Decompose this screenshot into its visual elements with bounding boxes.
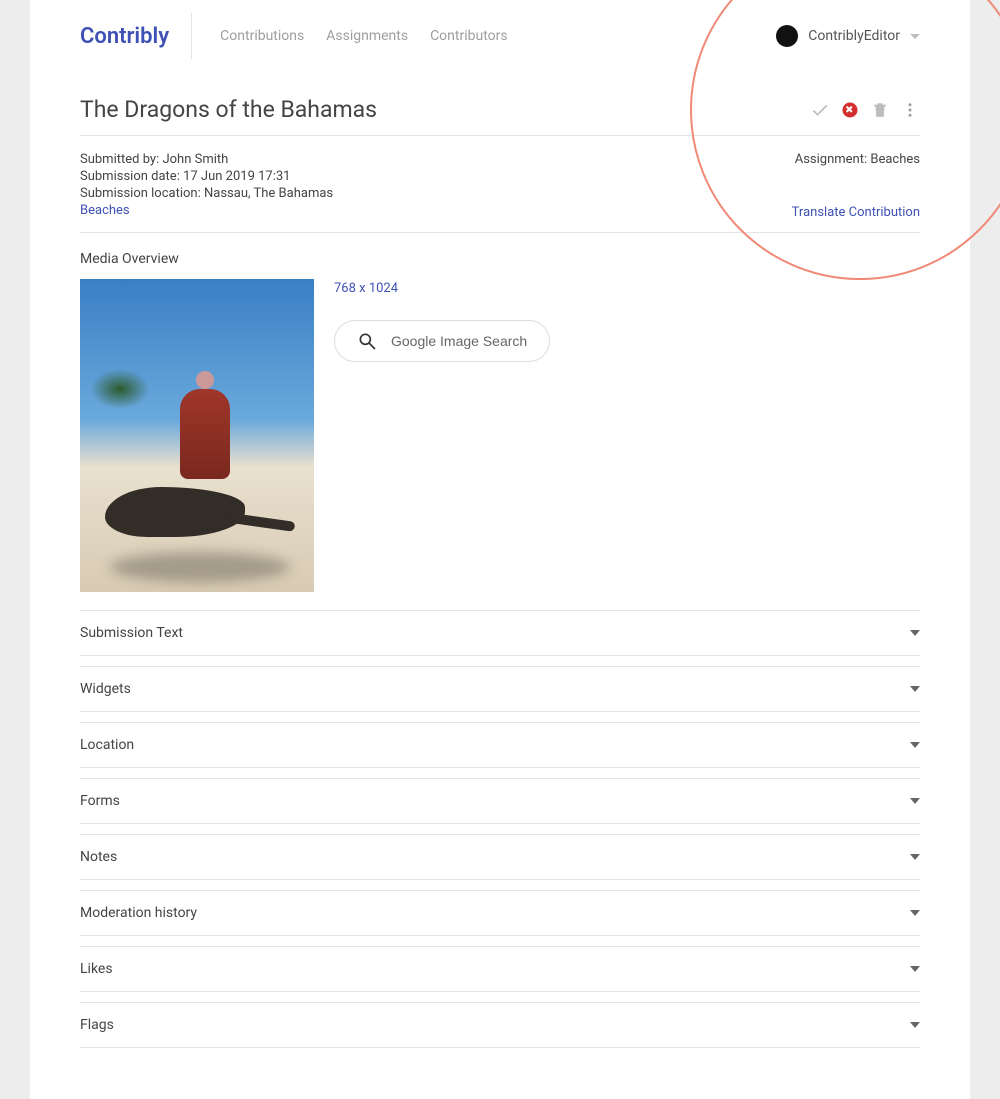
chevron-down-icon: [910, 34, 920, 39]
chevron-down-icon: [910, 910, 920, 916]
user-name: ContriblyEditor: [808, 28, 900, 44]
acc-header-forms[interactable]: Forms: [80, 779, 920, 823]
acc-widgets: Widgets: [80, 666, 920, 712]
media-dimensions: 768 x 1024: [334, 281, 550, 296]
acc-submission-text: Submission Text: [80, 610, 920, 656]
title-actions: [810, 100, 920, 120]
submitted-by: Submitted by: John Smith: [80, 152, 333, 167]
user-menu[interactable]: ContriblyEditor: [776, 25, 920, 47]
top-nav: Contribly Contributions Assignments Cont…: [80, 0, 920, 72]
chevron-down-icon: [910, 854, 920, 860]
acc-label: Notes: [80, 849, 117, 865]
acc-label: Forms: [80, 793, 120, 809]
submission-location: Submission location: Nassau, The Bahamas: [80, 186, 333, 201]
acc-label: Flags: [80, 1017, 114, 1033]
acc-header-notes[interactable]: Notes: [80, 835, 920, 879]
media-side: 768 x 1024 Google Image Search: [334, 279, 550, 362]
submission-date-label: Submission date:: [80, 169, 183, 184]
nav-links: Contributions Assignments Contributors: [220, 28, 507, 44]
acc-moderation-history: Moderation history: [80, 890, 920, 936]
acc-likes: Likes: [80, 946, 920, 992]
page-container: Contribly Contributions Assignments Cont…: [30, 0, 970, 1099]
nav-assignments[interactable]: Assignments: [326, 28, 408, 44]
submission-date: Submission date: 17 Jun 2019 17:31: [80, 169, 333, 184]
trash-icon: [871, 101, 889, 119]
submission-location-value: Nassau, The Bahamas: [204, 186, 333, 201]
chevron-down-icon: [910, 686, 920, 692]
acc-label: Location: [80, 737, 134, 753]
acc-flags: Flags: [80, 1002, 920, 1048]
delete-button[interactable]: [870, 100, 890, 120]
acc-header-location[interactable]: Location: [80, 723, 920, 767]
submission-location-label: Submission location:: [80, 186, 204, 201]
acc-label: Widgets: [80, 681, 131, 697]
reject-circle-icon: [841, 101, 859, 119]
translate-contribution-link[interactable]: Translate Contribution: [792, 205, 920, 220]
google-image-search-label: Google Image Search: [391, 333, 527, 349]
media-overview-heading: Media Overview: [80, 251, 920, 267]
assignment: Assignment: Beaches: [792, 152, 920, 167]
more-menu-button[interactable]: [900, 100, 920, 120]
submitted-by-label: Submitted by:: [80, 152, 162, 167]
chevron-down-icon: [910, 966, 920, 972]
acc-forms: Forms: [80, 778, 920, 824]
search-icon: [357, 331, 377, 351]
google-image-search-button[interactable]: Google Image Search: [334, 320, 550, 362]
reject-button[interactable]: [840, 100, 860, 120]
media-row: 768 x 1024 Google Image Search: [80, 279, 920, 592]
chevron-down-icon: [910, 1022, 920, 1028]
divider: [80, 232, 920, 233]
chevron-down-icon: [910, 742, 920, 748]
acc-label: Likes: [80, 961, 113, 977]
title-row: The Dragons of the Bahamas: [80, 72, 920, 135]
assignment-label: Assignment:: [795, 152, 871, 167]
acc-header-widgets[interactable]: Widgets: [80, 667, 920, 711]
acc-header-flags[interactable]: Flags: [80, 1003, 920, 1047]
meta-right: Assignment: Beaches Translate Contributi…: [792, 150, 920, 222]
check-icon: [810, 100, 830, 120]
accordion-list: Submission Text Widgets Location Forms: [80, 610, 920, 1048]
submission-meta: Submitted by: John Smith Submission date…: [80, 136, 920, 232]
more-vert-icon: [901, 101, 919, 119]
tag-link-beaches[interactable]: Beaches: [80, 203, 130, 218]
acc-header-likes[interactable]: Likes: [80, 947, 920, 991]
meta-left: Submitted by: John Smith Submission date…: [80, 150, 333, 222]
submitted-by-value: John Smith: [162, 152, 228, 167]
nav-contributors[interactable]: Contributors: [430, 28, 508, 44]
chevron-down-icon: [910, 798, 920, 804]
chevron-down-icon: [910, 630, 920, 636]
acc-notes: Notes: [80, 834, 920, 880]
acc-label: Submission Text: [80, 625, 183, 641]
avatar: [776, 25, 798, 47]
assignment-value: Beaches: [870, 152, 920, 167]
media-thumbnail[interactable]: [80, 279, 314, 592]
page-title: The Dragons of the Bahamas: [80, 96, 377, 123]
acc-header-moderation-history[interactable]: Moderation history: [80, 891, 920, 935]
acc-label: Moderation history: [80, 905, 197, 921]
nav-contributions[interactable]: Contributions: [220, 28, 304, 44]
approve-button[interactable]: [810, 100, 830, 120]
acc-location: Location: [80, 722, 920, 768]
acc-header-submission-text[interactable]: Submission Text: [80, 611, 920, 655]
submission-date-value: 17 Jun 2019 17:31: [183, 169, 290, 184]
brand-logo[interactable]: Contribly: [80, 13, 192, 59]
